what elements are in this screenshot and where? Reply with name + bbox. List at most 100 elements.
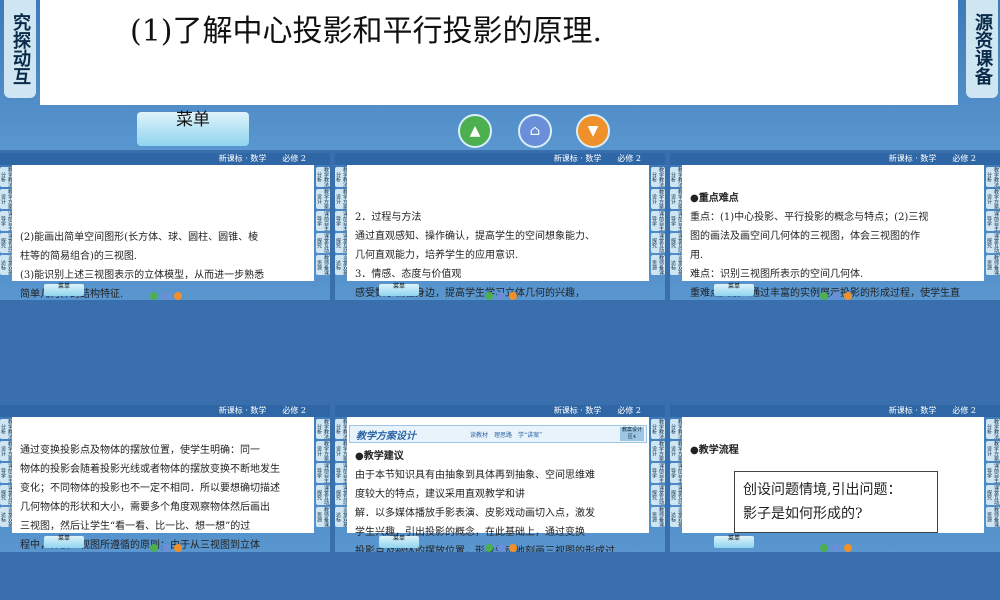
menu-button[interactable]: 菜单 [379,284,419,296]
previous-button[interactable] [820,544,828,552]
box-line: 创设问题情境,引出问题： [743,482,902,498]
next-button[interactable]: ▼ [576,114,610,148]
right-side-tabs: 教学教法分析 教学方案设计 课前自主导学 课堂互动探究 教师备课资源 [986,167,1000,279]
menu-button[interactable]: 菜单 [714,536,754,548]
section-heading: ●教学流程 [690,445,739,456]
menu-button[interactable]: 菜单 [137,112,249,146]
next-button[interactable] [844,292,852,300]
side-tab[interactable]: 课前自主导学 [316,211,330,231]
side-tab[interactable]: 课堂互动探究 [316,485,330,505]
home-button[interactable] [832,292,840,300]
side-tab[interactable]: 课前自主导学 [651,211,665,231]
side-tab[interactable]: 教学教法分析 [651,419,665,439]
slide-header: 新课标 · 数学 必修 2 [0,405,330,417]
previous-button[interactable] [150,544,158,552]
side-tab[interactable]: 教学教法分析 [986,167,1000,187]
next-button[interactable] [174,292,182,300]
home-button[interactable] [497,292,505,300]
right-side-tabs: 教学教法分析 教学方案设计 课前自主导学 课堂互动探究 教师备课资源 [316,167,330,279]
left-side-tabs: 教学教法分析 教学方案设计 课前自主导学 课堂互动探究 当堂双基达标 [335,419,349,531]
slide-header: 新课标 · 数学 必修 2 [335,153,665,165]
side-tab[interactable]: 教学教法分析 [316,419,330,439]
nav-buttons [485,285,521,300]
text-line: 解．以多媒体播放手影表演、皮影戏动画切入点，激发 [355,508,595,519]
text-line: 难点：识别三视图所表示的空间几何体. [690,269,864,280]
next-button[interactable] [509,544,517,552]
side-tab[interactable]: 教师备课资源 [651,255,665,275]
section-heading: ●重点难点 [690,193,739,204]
slide-header: 新课标 · 数学 必修 2 [670,153,1000,165]
nav-buttons [485,537,521,552]
side-tab[interactable]: 课前自主导学 [651,463,665,483]
left-side-tabs: 教学教法分析 教学方案设计 课前自主导学 课堂互动探究 当堂双基达标 [670,167,684,279]
side-tab[interactable]: 教学方案设计 [986,441,1000,461]
text-line: 物体的投影会随着投影光线或者物体的摆放变换不断地发生 [20,464,280,475]
side-tab[interactable]: 课堂互动探究 [316,233,330,253]
top-slide: (1)了解中心投影和平行投影的原理. 究探动互 源资课备 菜单 ▲ ⌂ ▼ [0,0,1000,150]
text-line: 变化；不同物体的投影也不一定不相同．所以要想确切描述 [20,483,280,494]
slide-thumbnail: 新课标 · 数学 必修 2 教学教法分析 教学方案设计 课前自主导学 课堂互动探究 当堂双… [0,405,330,552]
side-tab[interactable]: 课前自主导学 [986,463,1000,483]
text-line: 通过直观感知、操作确认，提高学生的空间想象能力、 [355,231,595,242]
left-side-tabs: 教学教法分析 教学方案设计 课前自主导学 课堂互动探究 当堂双基达标 [0,419,14,531]
slide-title: (1)了解中心投影和平行投影的原理. [130,14,603,49]
home-button[interactable]: ⌂ [518,114,552,148]
slide-header: 新课标 · 数学 必修 2 [0,153,330,165]
text-line: 三视图，然后让学生“看一看、比一比、想一想”的过 [20,521,251,532]
side-tab[interactable]: 教师备课资源 [986,507,1000,527]
banner-subtitle: 读教材 理思路 学“讲案” [470,432,543,439]
side-tab[interactable]: 教学教法分析 [651,167,665,187]
banner-title: 教学方案设计 [356,431,416,442]
previous-button[interactable]: ▲ [458,114,492,148]
home-button[interactable] [162,292,170,300]
previous-button[interactable] [485,292,493,300]
text-line: 度较大的特点，建议采用直观教学和讲 [355,489,525,500]
home-button[interactable] [832,544,840,552]
previous-button[interactable] [820,292,828,300]
slide-header: 新课标 · 数学 必修 2 [670,405,1000,417]
header-text: 新课标 · 数学 必修 2 [553,406,641,415]
slide-thumbnail: 新课标 · 数学 必修 2 教学教法分析 教学方案设计 课前自主导学 课堂互动探究 当堂双… [335,405,665,552]
previous-button[interactable] [150,292,158,300]
question-box: 创设问题情境,引出问题： 影子是如何形成的? [734,471,938,533]
slide-thumbnail: 新课标 · 数学 必修 2 教学教法分析 教学方案设计 课前自主导学 课堂互动探究 当堂双… [335,153,665,300]
side-tab[interactable]: 教师备课资源 [316,255,330,275]
side-tab[interactable]: 教学方案设计 [651,441,665,461]
slide-thumbnail: 新课标 · 数学 必修 2 教学教法分析 教学方案设计 课前自主导学 课堂互动探究 当堂双… [0,153,330,300]
menu-button[interactable]: 菜单 [44,284,84,296]
side-tab[interactable]: 教师备课资源 [986,255,1000,275]
home-button[interactable] [497,544,505,552]
menu-button[interactable]: 菜单 [44,536,84,548]
right-side-tabs: 教学教法分析 教学方案设计 课前自主导学 课堂互动探究 教师备课资源 [651,419,665,531]
side-tab[interactable]: 课堂互动探究 [651,233,665,253]
text-line: 图的画法及画空间几何体的三视图，体会三视图的作 [690,231,920,242]
nav-buttons [150,285,186,300]
next-button[interactable] [509,292,517,300]
side-tab[interactable]: 教师备课资源 [316,507,330,527]
menu-button[interactable]: 菜单 [379,536,419,548]
side-tab[interactable]: 教学教法分析 [986,419,1000,439]
menu-button[interactable]: 菜单 [714,284,754,296]
left-tab-inquiry[interactable]: 究探动互 [4,0,36,98]
home-button[interactable] [162,544,170,552]
header-text: 新课标 · 数学 必修 2 [888,406,976,415]
next-button[interactable] [844,544,852,552]
side-tab[interactable]: 教学方案设计 [316,189,330,209]
side-tab[interactable]: 教学方案设计 [986,189,1000,209]
slide-text: ●教学流程 [690,441,980,460]
previous-button[interactable] [485,544,493,552]
side-tab[interactable]: 教学方案设计 [316,441,330,461]
right-tab-resources[interactable]: 源资课备 [966,0,998,98]
side-tab[interactable]: 教学教法分析 [316,167,330,187]
side-tab[interactable]: 教学方案设计 [651,189,665,209]
arrow-down-icon: ▼ [587,123,599,139]
side-tab[interactable]: 课堂互动探究 [651,485,665,505]
side-tab[interactable]: 课前自主导学 [986,211,1000,231]
side-tab[interactable]: 课前自主导学 [316,463,330,483]
right-side-tabs: 教学教法分析 教学方案设计 课前自主导学 课堂互动探究 教师备课资源 [316,419,330,531]
side-tab[interactable]: 课堂互动探究 [986,485,1000,505]
next-button[interactable] [174,544,182,552]
side-tab[interactable]: 教师备课资源 [651,507,665,527]
side-tab[interactable]: 课堂互动探究 [986,233,1000,253]
slide-thumbnail: 新课标 · 数学 必修 2 教学教法分析 教学方案设计 课前自主导学 课堂互动探究 当堂双… [670,153,1000,300]
